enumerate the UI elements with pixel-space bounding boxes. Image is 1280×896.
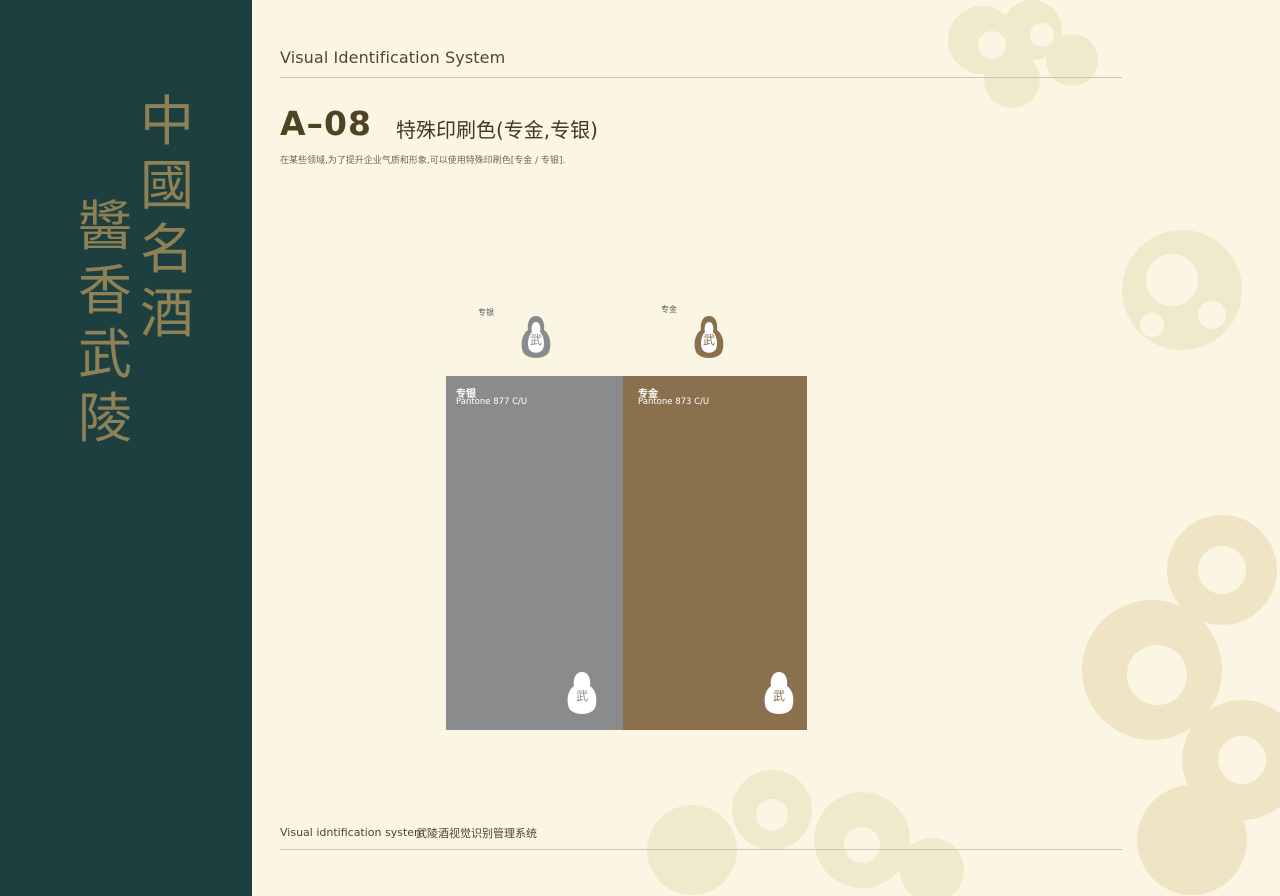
calligraphy-char: 陵	[78, 387, 132, 450]
main-page: Visual Identification System A–08 特殊印刷色(…	[252, 0, 1280, 896]
gold-emblem-icon: 武	[694, 316, 724, 358]
silver-emblem-icon: 武	[521, 316, 551, 358]
swatch-pantone-code: Pantone 873 C/U	[638, 397, 710, 407]
calligraphy-char: 名	[140, 218, 194, 281]
calligraphy-char: 醬	[78, 195, 132, 258]
gold-swatch: 专金 Pantone 873 C/U 武	[623, 376, 807, 730]
cloud-ornament-bottom-right	[1082, 515, 1280, 895]
sidebar-calligraphy-right: 中 國 名 酒	[140, 95, 194, 351]
header-divider	[280, 77, 1122, 78]
swatch-pantone-code: Pantone 877 C/U	[456, 397, 528, 407]
footer-chinese: 武陵酒视觉识别管理系统	[416, 827, 537, 840]
section-description: 在某些领域,为了提升企业气质和形象,可以使用特殊印刷色[专金 / 专银].	[280, 156, 566, 166]
sidebar-panel: 中 國 名 酒 醬 香 武 陵	[0, 0, 252, 896]
calligraphy-char: 中	[140, 90, 194, 153]
calligraphy-char: 香	[78, 259, 132, 322]
silver-logo-label: 专银	[478, 308, 494, 317]
footer-english: Visual idntification system	[280, 826, 425, 839]
svg-text:武: 武	[576, 689, 588, 703]
cloud-ornament-right	[1122, 230, 1242, 350]
footer-divider	[280, 849, 1122, 850]
silver-swatch: 专银 Pantone 877 C/U 武	[446, 376, 623, 730]
svg-text:武: 武	[703, 333, 715, 347]
sidebar-calligraphy-left: 醬 香 武 陵	[78, 200, 132, 456]
calligraphy-char: 酒	[140, 282, 194, 345]
cloud-ornament-bottom	[647, 770, 964, 896]
section-code: A–08	[280, 104, 372, 143]
header-title: Visual Identification System	[280, 48, 506, 67]
section-title: 特殊印刷色(专金,专银)	[396, 118, 598, 142]
gold-logo-label: 专金	[661, 305, 677, 314]
swatch-emblem-icon: 武	[764, 672, 794, 714]
calligraphy-char: 國	[140, 154, 194, 217]
swatch-emblem-icon: 武	[567, 672, 597, 714]
calligraphy-char: 武	[78, 323, 132, 386]
svg-text:武: 武	[530, 333, 542, 347]
cloud-ornament-top	[948, 0, 1098, 108]
svg-text:武: 武	[773, 689, 785, 703]
